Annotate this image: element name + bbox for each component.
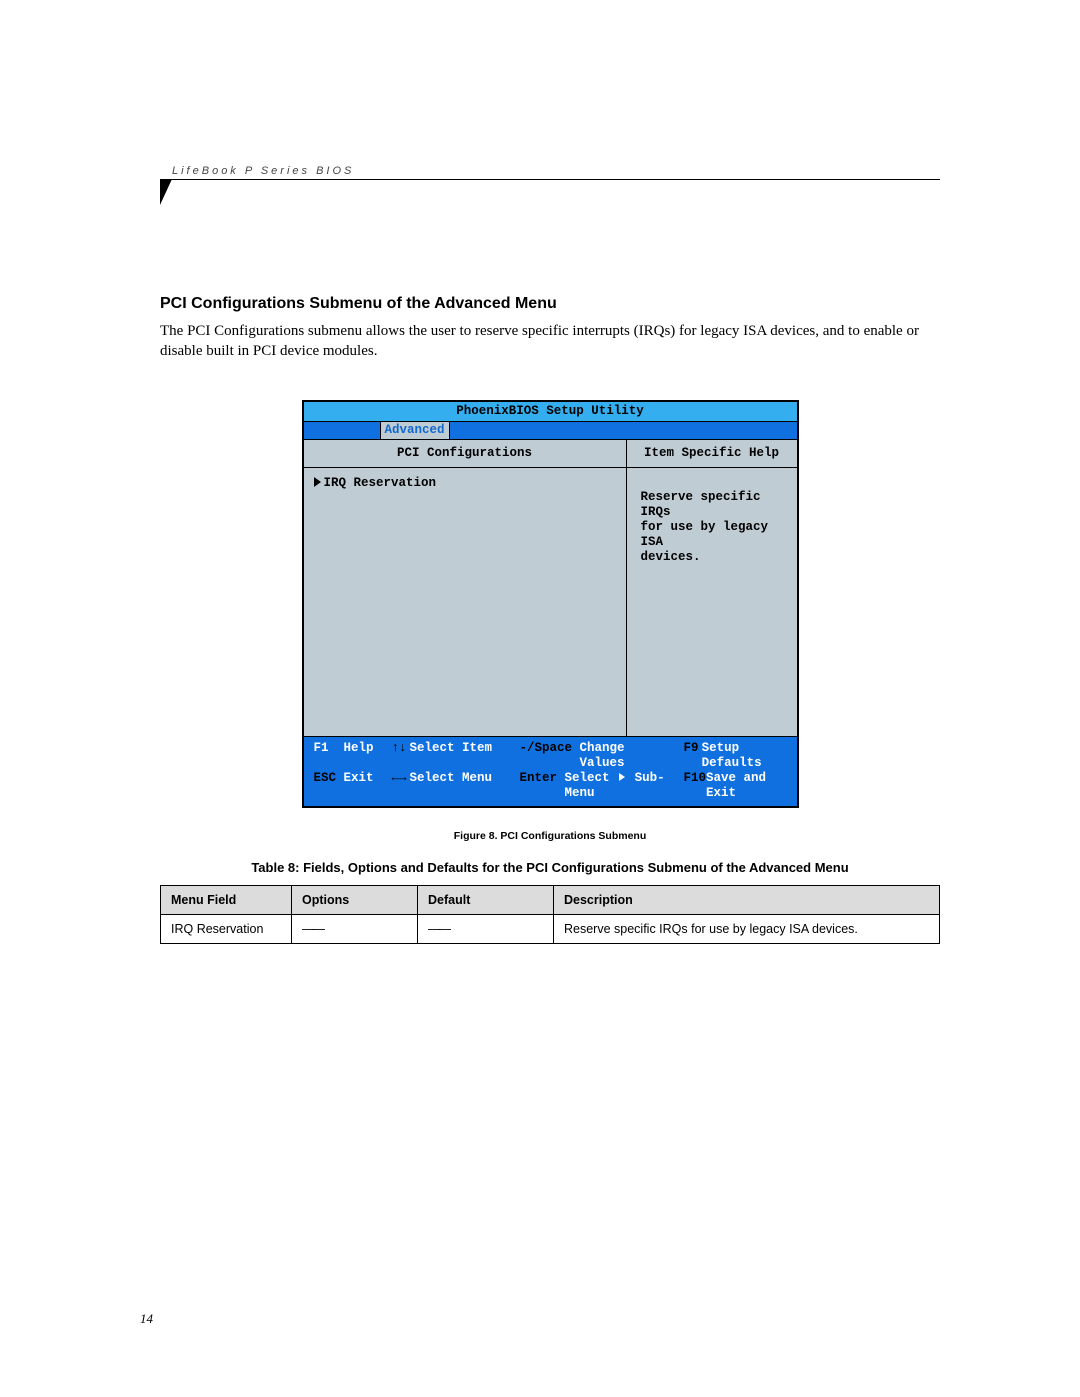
cell-options: —— (292, 914, 418, 943)
bios-menu-item-label: IRQ Reservation (324, 476, 437, 490)
tab-advanced: Advanced (380, 422, 450, 439)
bios-help-text: Reserve specific IRQs for use by legacy … (627, 468, 797, 573)
key-space: -/Space (520, 741, 573, 771)
section-heading: PCI Configurations Submenu of the Advanc… (160, 295, 940, 313)
bios-left-pane: PCI Configurations IRQ Reservation (304, 440, 627, 736)
cell-default: —— (418, 914, 554, 943)
bios-right-pane: Item Specific Help Reserve specific IRQs… (627, 440, 797, 736)
arrow-right-icon (619, 773, 625, 781)
key-updown: ↑↓ (392, 741, 410, 771)
key-f9: F9 (684, 741, 702, 771)
label-exit: Exit (344, 771, 374, 801)
bios-tab-row: Advanced (304, 422, 797, 440)
page-number: 14 (140, 1311, 153, 1327)
label-select-item: Select Item (410, 741, 493, 771)
label-change-values: Change Values (580, 741, 672, 771)
bios-footer: F1Help ↑↓Select Item -/Space Change Valu… (304, 737, 797, 806)
fields-table: Menu Field Options Default Description I… (160, 885, 940, 944)
label-setup-defaults: Setup Defaults (702, 741, 775, 771)
label-save-exit: Save and Exit (706, 771, 774, 801)
col-description: Description (554, 885, 940, 914)
col-menu-field: Menu Field (161, 885, 292, 914)
bios-right-heading: Item Specific Help (627, 440, 797, 468)
cell-menu-field: IRQ Reservation (161, 914, 292, 943)
key-enter: Enter (520, 771, 558, 801)
label-help: Help (344, 741, 374, 771)
key-leftright: ←→ (392, 771, 410, 801)
label-select-menu: Select Menu (410, 771, 493, 801)
key-f10: F10 (684, 771, 707, 801)
cell-description: Reserve specific IRQs for use by legacy … (554, 914, 940, 943)
submenu-arrow-icon (314, 477, 321, 487)
key-f1: F1 (314, 741, 344, 771)
col-options: Options (292, 885, 418, 914)
document-page: LifeBook P Series BIOS PCI Configuration… (0, 0, 1080, 1397)
bios-menu-item-irq: IRQ Reservation (314, 476, 616, 491)
table-title: Table 8: Fields, Options and Defaults fo… (160, 860, 940, 875)
header-rule (160, 179, 940, 207)
key-esc: ESC (314, 771, 344, 801)
figure-caption: Figure 8. PCI Configurations Submenu (160, 830, 940, 842)
col-default: Default (418, 885, 554, 914)
triangle-icon (160, 179, 172, 205)
label-select-submenu: Select Sub-Menu (565, 771, 672, 801)
table-header-row: Menu Field Options Default Description (161, 885, 940, 914)
section-paragraph: The PCI Configurations submenu allows th… (160, 321, 940, 362)
page-header: LifeBook P Series BIOS (160, 165, 940, 207)
header-label: LifeBook P Series BIOS (172, 165, 940, 177)
bios-title-bar: PhoenixBIOS Setup Utility (304, 402, 797, 422)
bios-screenshot: PhoenixBIOS Setup Utility Advanced PCI C… (302, 400, 799, 808)
table-row: IRQ Reservation —— —— Reserve specific I… (161, 914, 940, 943)
bios-left-heading: PCI Configurations (304, 440, 626, 468)
